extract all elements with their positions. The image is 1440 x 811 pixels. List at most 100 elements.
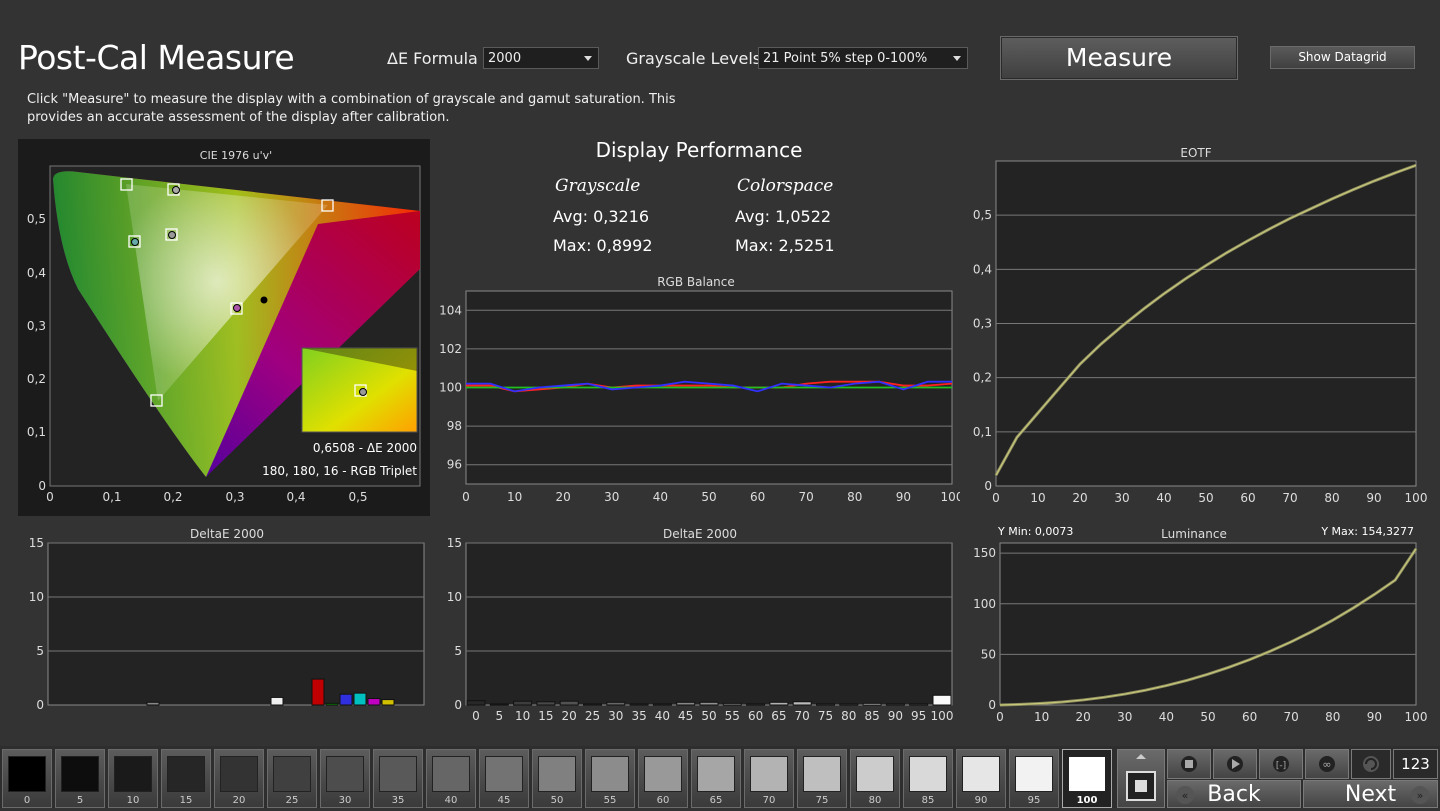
deltae-gray-bar — [489, 703, 509, 706]
svg-text:»: » — [1417, 789, 1424, 802]
svg-text:∞: ∞ — [1322, 758, 1331, 771]
patch-color — [803, 756, 841, 792]
patch-label: 95 — [1027, 795, 1041, 806]
patch-swatch-90[interactable]: 90 — [956, 749, 1006, 808]
deltae-grayscale-title: DeltaE 2000 — [663, 527, 737, 541]
patch-swatch-30[interactable]: 30 — [320, 749, 370, 808]
patch-swatch-50[interactable]: 50 — [532, 749, 582, 808]
y-tick-label: 15 — [447, 536, 462, 550]
stop-icon — [1181, 756, 1197, 772]
patch-swatch-55[interactable]: 55 — [585, 749, 635, 808]
deltae-gray-bar — [559, 700, 579, 706]
cie-rgb-triplet: 180, 180, 16 - RGB Triplet — [262, 464, 417, 478]
de-formula-select[interactable]: 2000 — [483, 47, 599, 69]
deltae-gray-bar — [792, 701, 812, 706]
cie-y-tick: 0,1 — [27, 425, 46, 439]
x-tick-label: 0 — [992, 491, 1000, 505]
cie-diagram[interactable]: CIE 1976 u'v' 0,6508 - ΔE 2000 180, 180,… — [18, 139, 430, 516]
deltae-colors-plot-area — [47, 542, 425, 706]
luminance-y-min: Y Min: 0,0073 — [997, 525, 1073, 538]
deltae-gray-bar — [839, 703, 859, 706]
y-tick-label: 0 — [454, 698, 462, 712]
deltae-gray-bar — [583, 703, 602, 706]
stepper-icon — [1126, 754, 1156, 801]
patch-swatch-45[interactable]: 45 — [479, 749, 529, 808]
patch-label: 80 — [868, 795, 882, 806]
x-tick-label: 30 — [608, 709, 623, 723]
patch-swatch-0[interactable]: 0 — [2, 749, 52, 808]
patch-label: 65 — [709, 795, 723, 806]
measure-button[interactable]: Measure — [1000, 36, 1238, 80]
patch-swatch-60[interactable]: 60 — [638, 749, 688, 808]
cie-x-tick: 0,2 — [163, 490, 182, 504]
read-series-button[interactable]: [-] — [1259, 749, 1303, 779]
cie-x-tick: 0,5 — [348, 490, 367, 504]
refresh-button[interactable] — [1351, 749, 1391, 779]
patch-color — [432, 756, 470, 792]
luminance-chart[interactable]: Y Min: 0,0073 Luminance Y Max: 154,3277 … — [960, 520, 1430, 724]
patch-swatch-25[interactable]: 25 — [267, 749, 317, 808]
patch-label: 60 — [656, 795, 670, 806]
show-datagrid-button[interactable]: Show Datagrid — [1270, 46, 1415, 69]
patch-swatch-80[interactable]: 80 — [850, 749, 900, 808]
x-tick-label: 30 — [1114, 491, 1129, 505]
play-button[interactable] — [1213, 749, 1257, 779]
deltae-gray-bar — [909, 703, 929, 706]
x-tick-label: 60 — [1240, 491, 1255, 505]
patch-color — [114, 756, 152, 792]
x-tick-label: 60 — [1242, 710, 1257, 724]
patch-swatch-5[interactable]: 5 — [55, 749, 105, 808]
deltae-colors-chart[interactable]: DeltaE 2000 15 10 5 0 — [0, 524, 430, 714]
x-tick-label: 20 — [562, 709, 577, 723]
stop-button[interactable] — [1167, 749, 1211, 779]
x-tick-label: 100 — [941, 490, 960, 504]
patch-swatch-100[interactable]: 100 — [1062, 749, 1112, 808]
patch-label: 0 — [23, 795, 31, 806]
deltae-colors-title: DeltaE 2000 — [190, 527, 264, 541]
patch-swatch-40[interactable]: 40 — [426, 749, 476, 808]
x-tick-label: 95 — [911, 709, 926, 723]
cie-y-tick: 0,2 — [27, 372, 46, 386]
patch-label: 45 — [497, 795, 511, 806]
patch-swatch-20[interactable]: 20 — [214, 749, 264, 808]
page-title: Post-Cal Measure — [18, 38, 295, 77]
eotf-chart[interactable]: EOTF 0,5 0,4 0,3 0,2 0,1 00 10 20 30 40 50 60 70 80 90… — [960, 143, 1430, 507]
y-tick-label: 104 — [439, 303, 462, 317]
deltae-bar-6 — [367, 698, 381, 706]
deltae-grayscale-chart[interactable]: DeltaE 2000 1510500 5 10 15 20 25 30 35 40 45 50 55… — [430, 524, 960, 724]
patch-stepper[interactable] — [1117, 749, 1165, 808]
patch-label: 10 — [126, 795, 140, 806]
back-button[interactable]: « Back — [1167, 780, 1301, 808]
patch-swatch-65[interactable]: 65 — [691, 749, 741, 808]
grayscale-levels-select[interactable]: 21 Point 5% step 0-100% — [758, 47, 968, 69]
rgb-balance-chart[interactable]: RGB Balance 104 102 100 98 96 0 10 20 30 40 50 60 70… — [430, 272, 960, 507]
grayscale-heading: Grayscale — [555, 176, 641, 196]
patch-swatch-70[interactable]: 70 — [744, 749, 794, 808]
luminance-plot-area — [999, 542, 1417, 706]
patch-color — [273, 756, 311, 792]
patch-color — [379, 756, 417, 792]
patch-swatch-10[interactable]: 10 — [108, 749, 158, 808]
patch-color — [750, 756, 788, 792]
y-tick-label: 0,4 — [973, 262, 992, 276]
patch-color — [644, 756, 682, 792]
cie-x-tick: 0,3 — [225, 490, 244, 504]
deltae-gray-bar — [699, 701, 719, 706]
grayscale-max: Max: 0,8992 — [553, 236, 653, 255]
patch-swatch-15[interactable]: 15 — [161, 749, 211, 808]
deltae-bar-0 — [146, 701, 160, 706]
patch-swatch-75[interactable]: 75 — [797, 749, 847, 808]
x-tick-label: 0 — [996, 710, 1004, 724]
y-tick-label: 50 — [981, 647, 996, 661]
patch-swatch-95[interactable]: 95 — [1009, 749, 1059, 808]
x-tick-label: 40 — [1156, 491, 1171, 505]
patch-swatch-35[interactable]: 35 — [373, 749, 423, 808]
patch-color — [220, 756, 258, 792]
next-button[interactable]: Next » — [1303, 780, 1438, 808]
x-tick-label: 40 — [653, 490, 668, 504]
y-tick-label: 150 — [973, 546, 996, 560]
y-tick-label: 100 — [973, 597, 996, 611]
patch-label: 85 — [921, 795, 935, 806]
patch-swatch-85[interactable]: 85 — [903, 749, 953, 808]
continuous-button[interactable]: ∞ — [1305, 749, 1349, 779]
